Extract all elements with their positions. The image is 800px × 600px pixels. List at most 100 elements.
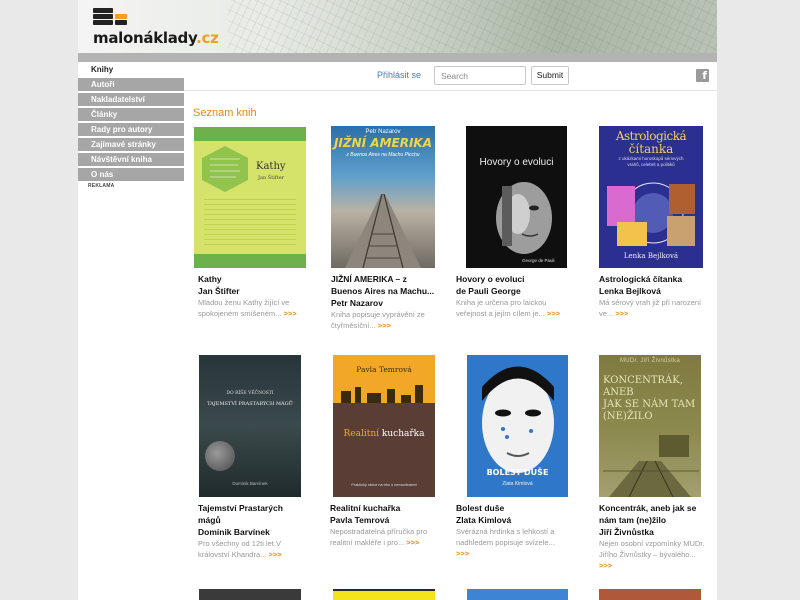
book-title-line2[interactable]: nám tam (ne)žilo <box>599 514 666 526</box>
facebook-icon[interactable]: f <box>696 69 709 82</box>
book-cover-bolest-duse[interactable]: BOLEST DUŠE Zlata Kimlová <box>467 355 568 497</box>
cover-author: MUDr. Jiří Živnůstka <box>619 358 680 364</box>
cover-title: (NE)ŽILO <box>603 411 653 422</box>
cover-title: TAJEMSTVÍ PRASTARÝCH MÁGŮ <box>207 401 293 407</box>
book-author: Petr Nazarov <box>331 298 383 308</box>
book-desc: Pro všechny od 12ti let.V <box>198 539 281 548</box>
book-title[interactable]: JIŽNÍ AMERIKA – z <box>331 273 407 285</box>
cover-title: KONCENTRÁK, <box>603 375 683 386</box>
cover-title: Kathy <box>256 161 286 172</box>
book-cover-jizni-amerika[interactable]: Petr Nazarov JIŽNÍ AMERIKA z Buenos Aire… <box>331 126 435 268</box>
login-link[interactable]: Přihlásit se <box>377 70 421 80</box>
cover-author: Lenka Bejlková <box>623 252 679 260</box>
more-link[interactable]: >>> <box>599 561 612 570</box>
cover-title: čítanka <box>628 142 674 156</box>
cover-author: Petr Nazarov <box>365 129 401 135</box>
header-divider <box>78 53 717 62</box>
hexagon-icon <box>202 146 248 192</box>
cover-author: Jan Štifter <box>258 175 285 181</box>
book-title[interactable]: Koncentrák, aneb jak se <box>599 502 696 514</box>
cover-subtitle: z ukázkami horoskopů sériových vrahů, ce… <box>618 156 684 167</box>
header: malonáklady.cz <box>78 0 717 53</box>
book-desc: Nepostradatelná příručka pro <box>330 527 428 536</box>
more-link[interactable]: >>> <box>615 309 628 318</box>
cover-author: Pavla Temrová <box>356 365 412 374</box>
book-cover-hovory-o-evoluci[interactable]: Hovory o evoluci George de Pauli <box>466 126 567 268</box>
more-link[interactable]: >>> <box>378 321 391 330</box>
cover-title: Hovory o evoluci <box>479 157 554 168</box>
book-desc: Kniha je určena pro laickou <box>456 298 547 307</box>
book-author: Dominik Barvínek <box>198 527 270 537</box>
search-input[interactable] <box>434 66 526 85</box>
book-desc: Svérázná hrdinka s lehkostí a <box>456 527 555 536</box>
book-cover-partial[interactable] <box>333 589 435 600</box>
book-title[interactable]: Realitní kuchařka <box>330 502 400 514</box>
cover-author: George de Pauli <box>522 258 555 263</box>
sidebar-item-zajimave-stranky[interactable]: Zajímavé stránky <box>78 138 184 151</box>
kitchenware-icon <box>341 385 423 403</box>
book-desc: >>> <box>456 548 469 559</box>
sidebar-item-nakladatelstvi[interactable]: Nakladatelství <box>78 93 184 106</box>
book-desc: >>> <box>599 560 612 571</box>
book-title-line2[interactable]: mágů <box>198 514 221 526</box>
book-cover-partial[interactable] <box>599 589 701 600</box>
cover-title: JAK SE NÁM TAM <box>603 399 696 410</box>
book-cover-tajemstvi-prastarych-magu[interactable]: DO RÍŠE VĚČNOSTI TAJEMSTVÍ PRASTARÝCH MÁ… <box>199 355 301 497</box>
sidebar-item-rady-pro-autory[interactable]: Rady pro autory <box>78 123 184 136</box>
book-title[interactable]: Tajemství Prastarých <box>198 502 283 514</box>
book-cover-koncentrak[interactable]: MUDr. Jiří Živnůstka KONCENTRÁK, ANEB JA… <box>599 355 701 497</box>
cover-subtitle: Praktický rádce na trhu s nemovitostmi <box>351 483 417 487</box>
sidebar-item-o-nas[interactable]: O nás <box>78 168 184 181</box>
more-link[interactable]: >>> <box>283 309 296 318</box>
cover-title: Realitní kuchařka <box>343 429 425 439</box>
book-desc: spokojeném smíšeném... >>> <box>198 309 297 318</box>
book-author: de Pauli George <box>456 286 521 296</box>
sidebar-item-knihy[interactable]: Knihy <box>78 63 184 76</box>
book-desc: Kniha popisuje vyprávění ze <box>331 310 425 319</box>
book-cover-partial[interactable] <box>467 589 568 600</box>
book-cover-kathy[interactable]: Kathy Jan Štifter <box>194 127 306 268</box>
book-cover-realitni-kucharka[interactable]: Pavla Temrová Realitní kuchařka Praktick… <box>333 355 435 497</box>
zodiac-collage <box>607 182 695 246</box>
more-link[interactable]: >>> <box>456 549 469 558</box>
cover-top: DO RÍŠE VĚČNOSTI <box>226 391 274 396</box>
sidebar-item-clanky[interactable]: Články <box>78 108 184 121</box>
cover-subtitle: z Buenos Aires na Machu Picchu <box>346 152 420 158</box>
book-title[interactable]: Astrologická čítanka <box>599 273 682 285</box>
topbar: Přihlásit se Submit f <box>184 63 717 91</box>
book-desc: Má sérový vrah již při narození <box>599 298 702 307</box>
book-author: Zlata Kimlová <box>456 515 512 525</box>
book-desc: nadhledem popisuje svízele... <box>456 538 555 547</box>
cover-author: Zlata Kimlová <box>502 481 533 487</box>
more-link[interactable]: >>> <box>406 538 419 547</box>
book-desc: Nejen osobní vzpomínky MUDr. <box>599 539 705 548</box>
book-desc: realitní makléře i pro... >>> <box>330 538 420 547</box>
logo-text: malonáklady.cz <box>93 29 219 47</box>
book-title[interactable]: Bolest duše <box>456 502 504 514</box>
book-title-line2[interactable]: Buenos Aires na Machu... <box>331 285 434 297</box>
sidebar-item-navstevni-kniha[interactable]: Návštěvní kniha <box>78 153 184 166</box>
book-desc: království Khandra... >>> <box>198 550 282 559</box>
book-title[interactable]: Kathy <box>198 273 222 285</box>
book-cover-astrologicka-citanka[interactable]: Astrologická čítanka z ukázkami horoskop… <box>599 126 703 268</box>
book-cover-partial[interactable] <box>199 589 301 600</box>
book-desc: ve... >>> <box>599 309 629 318</box>
cover-title: JIŽNÍ AMERIKA <box>333 136 433 150</box>
more-link[interactable]: >>> <box>547 309 560 318</box>
book-desc: Mladou ženu Kathy žijící ve <box>198 298 290 307</box>
submit-button[interactable]: Submit <box>531 66 569 85</box>
cover-author: Dominik Barvínek <box>232 481 268 486</box>
book-author: Pavla Temrová <box>330 515 390 525</box>
book-desc: Jiřího Živnůstky – bývalého... <box>599 550 696 559</box>
sidebar-item-autori[interactable]: Autoři <box>78 78 184 91</box>
camp-photo <box>603 435 699 497</box>
cover-title: BOLEST DUŠE <box>486 468 549 477</box>
book-desc: čtyřměsíční... >>> <box>331 321 391 330</box>
book-author: Jiří Živnůstka <box>599 527 654 537</box>
book-author: Jan Štifter <box>198 286 240 296</box>
logo-mark-icon <box>93 8 127 30</box>
section-title: Seznam knih <box>193 107 257 119</box>
cover-title: ANEB <box>603 387 634 398</box>
book-title[interactable]: Hovory o evoluci <box>456 273 525 285</box>
more-link[interactable]: >>> <box>268 550 281 559</box>
